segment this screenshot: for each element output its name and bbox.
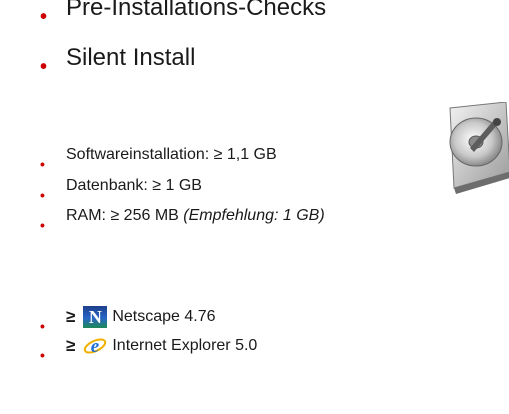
netscape-icon: N (83, 306, 108, 328)
recommendation-note: (Empfehlung: 1 GB) (183, 207, 325, 224)
hard-drive-icon (449, 102, 509, 194)
requirement-text: Softwareinstallation: ≥ 1,1 GB (66, 146, 277, 163)
browser-line: ≥ e Internet Explorer 5.0 (66, 335, 257, 357)
bullet: • (40, 187, 45, 203)
requirement-ram-line: RAM: ≥ 256 MB (Empfehlung: 1 GB) (66, 207, 325, 225)
bullet: • (40, 56, 48, 78)
bullet: • (40, 6, 48, 28)
bullet: • (40, 318, 45, 334)
item-text: Pre-Installations-Checks (66, 0, 327, 21)
bullet: • (40, 347, 45, 363)
svg-text:e: e (91, 336, 100, 357)
requirement-text: RAM: ≥ 256 MB (66, 207, 184, 224)
browser-label: Netscape 4.76 (112, 308, 216, 325)
item-text: Silent Install (66, 44, 196, 71)
greater-equal-symbol: ≥ (66, 307, 76, 326)
browser-line: ≥ N Netscape 4.76 (66, 306, 216, 328)
greater-equal-symbol: ≥ (66, 336, 76, 355)
browser-label: Internet Explorer 5.0 (112, 337, 258, 354)
requirement-text: Datenbank: ≥ 1 GB (66, 177, 202, 194)
internet-explorer-icon: e (84, 336, 107, 357)
bullet: • (40, 217, 45, 233)
bullet: • (40, 156, 45, 172)
